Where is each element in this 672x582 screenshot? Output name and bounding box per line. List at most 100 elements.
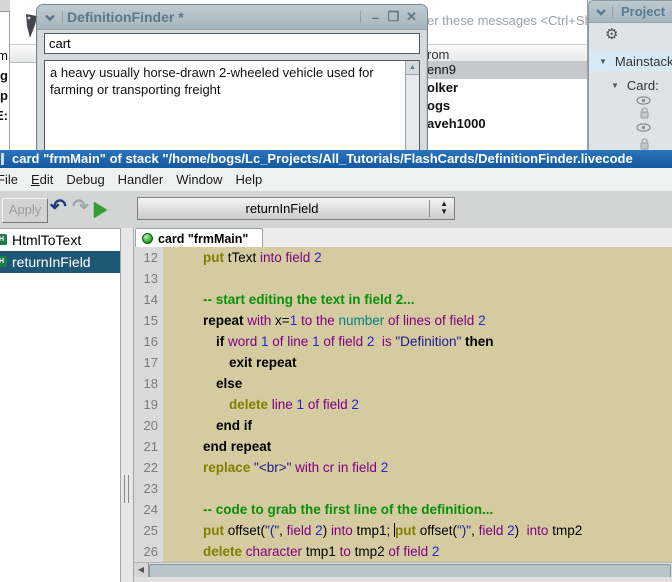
project-panel-titlebar[interactable]: Project [589, 1, 672, 23]
line-number[interactable]: 15 [134, 310, 163, 331]
lock-icon[interactable] [639, 138, 650, 150]
apply-button[interactable]: Apply [2, 198, 48, 223]
code-line[interactable]: repeat with x=1 to the number of lines o… [163, 310, 672, 331]
chevron-down-icon[interactable] [43, 13, 57, 22]
line-number[interactable]: 19 [134, 394, 163, 415]
code-token: tmp1 [306, 544, 340, 559]
code-line[interactable]: delete character tmp1 to tmp2 of field 2 [163, 541, 672, 562]
visibility-eye-icon[interactable] [636, 96, 651, 105]
clipped-text-fragment: om [0, 48, 8, 63]
redo-icon[interactable]: ↷ [72, 194, 89, 219]
handler-dropdown[interactable]: returnInField ▲ ▼ [137, 197, 455, 220]
menu-item-window[interactable]: Window [176, 172, 222, 187]
line-number[interactable]: 22 [134, 457, 163, 478]
code-token: end if [216, 418, 252, 433]
run-play-icon[interactable] [94, 202, 107, 218]
tree-item-card[interactable]: ▼ Card: [589, 75, 672, 95]
code-line[interactable]: delete line 1 of field 2 [163, 394, 672, 415]
scroll-up-icon[interactable]: ▲ [406, 61, 419, 75]
lock-icon[interactable] [639, 107, 650, 119]
menu-item-debug[interactable]: Debug [66, 172, 104, 187]
horizontal-scrollbar[interactable]: ◀ [134, 562, 672, 577]
code-line[interactable]: exit repeat [163, 352, 672, 373]
definition-field[interactable]: a heavy usually horse-drawn 2-wheeled ve… [44, 60, 420, 152]
code-line[interactable]: end repeat [163, 436, 672, 457]
close-button[interactable]: ✕ [404, 9, 419, 25]
scrollbar-thumb[interactable] [149, 564, 671, 578]
minimize-button[interactable]: – [368, 10, 383, 25]
tree-item-mainstack[interactable]: ▼ Mainstack [589, 51, 672, 71]
line-number[interactable]: 25 [134, 520, 163, 541]
message-row-text: enn9 [427, 61, 456, 79]
code-token: exit repeat [229, 355, 297, 370]
code-token: 2 [432, 544, 440, 559]
code-token: 2 [507, 523, 515, 538]
code-token: tmp2 [548, 523, 582, 538]
toolbar: Apply ↶ ↷ returnInField ▲ ▼ [0, 192, 672, 229]
handler-item-returninfield[interactable]: HreturnInField [0, 251, 120, 273]
code-token: "(" [265, 523, 279, 538]
editor-titlebar[interactable]: card "frmMain" of stack "/home/bogs/Lc_P… [0, 150, 672, 168]
line-number[interactable]: 14 [134, 289, 163, 310]
code-token: if [216, 334, 228, 349]
handler-item-htmltotext[interactable]: HHtmlToText [0, 229, 120, 251]
code-token: x= [275, 313, 290, 328]
line-number[interactable]: 24 [134, 499, 163, 520]
code-line[interactable]: else [163, 373, 672, 394]
handler-label: HtmlToText [12, 232, 81, 248]
code-token: , [471, 523, 479, 538]
code-token: delete [229, 397, 272, 412]
chevron-down-icon[interactable] [595, 8, 607, 16]
menu-item-help[interactable]: Help [235, 172, 262, 187]
code-token: of field [323, 334, 367, 349]
menu-item-file[interactable]: File [0, 172, 18, 187]
tab-card-frmmain[interactable]: card "frmMain" [135, 228, 263, 248]
code-line[interactable]: replace "<br>" with cr in field 2 [163, 457, 672, 478]
expand-triangle-icon[interactable]: ▼ [599, 57, 607, 66]
script-code-field[interactable]: put tText into field 2 -- start editing t… [163, 247, 672, 562]
menu-item-handler[interactable]: Handler [118, 172, 164, 187]
code-token: 1 [312, 334, 323, 349]
gear-icon[interactable]: ⚙ [605, 25, 618, 43]
scrollbar[interactable]: ▲ [405, 61, 419, 152]
code-line[interactable]: put tText into field 2 [163, 247, 672, 268]
line-number[interactable]: 12 [134, 247, 163, 268]
pane-splitter[interactable] [121, 228, 134, 582]
definition-finder-window: DefinitionFinder * – ❐ ✕ a heavy usually… [36, 4, 428, 152]
line-number[interactable]: 18 [134, 373, 163, 394]
menu-item-edit[interactable]: Edit [31, 172, 53, 187]
line-number[interactable]: 13 [134, 268, 163, 289]
maximize-button[interactable]: ❐ [386, 9, 401, 25]
code-line[interactable]: -- start editing the text in field 2... [163, 289, 672, 310]
desktop: omingup- E: er these messages <Ctrl+Shif… [0, 0, 672, 582]
line-number[interactable]: 23 [134, 478, 163, 499]
code-line[interactable] [163, 478, 672, 499]
line-number[interactable]: 20 [134, 415, 163, 436]
code-token: "<br>" [254, 460, 295, 475]
code-line[interactable] [163, 268, 672, 289]
code-line[interactable]: if word 1 of line 1 of field 2 is "Defin… [163, 331, 672, 352]
scroll-left-icon[interactable]: ◀ [134, 563, 149, 577]
green-sphere-icon [142, 233, 153, 244]
expand-triangle-icon[interactable]: ▼ [611, 81, 619, 90]
visibility-eye-icon[interactable] [636, 123, 651, 132]
window-bottom-edge [134, 577, 672, 582]
search-input[interactable] [44, 33, 420, 54]
undo-icon[interactable]: ↶ [50, 194, 67, 219]
handler-dropdown-value: returnInField [138, 198, 426, 219]
code-token: then [465, 334, 494, 349]
line-number[interactable]: 17 [134, 352, 163, 373]
line-number[interactable]: 26 [134, 541, 163, 562]
code-line[interactable]: -- code to grab the first line of the de… [163, 499, 672, 520]
line-number[interactable]: 21 [134, 436, 163, 457]
code-token: 2 [381, 460, 389, 475]
code-line[interactable]: end if [163, 415, 672, 436]
line-number[interactable]: 16 [134, 331, 163, 352]
titlebar-separator [62, 11, 63, 23]
code-token: into [527, 523, 549, 538]
definition-finder-titlebar[interactable]: DefinitionFinder * – ❐ ✕ [37, 5, 427, 30]
code-token: 1 [297, 397, 308, 412]
dropdown-spinner-icon[interactable]: ▲ ▼ [440, 200, 448, 216]
code-token: of field [388, 544, 432, 559]
code-line[interactable]: put offset("(", field 2) into tmp1; put … [163, 520, 672, 541]
